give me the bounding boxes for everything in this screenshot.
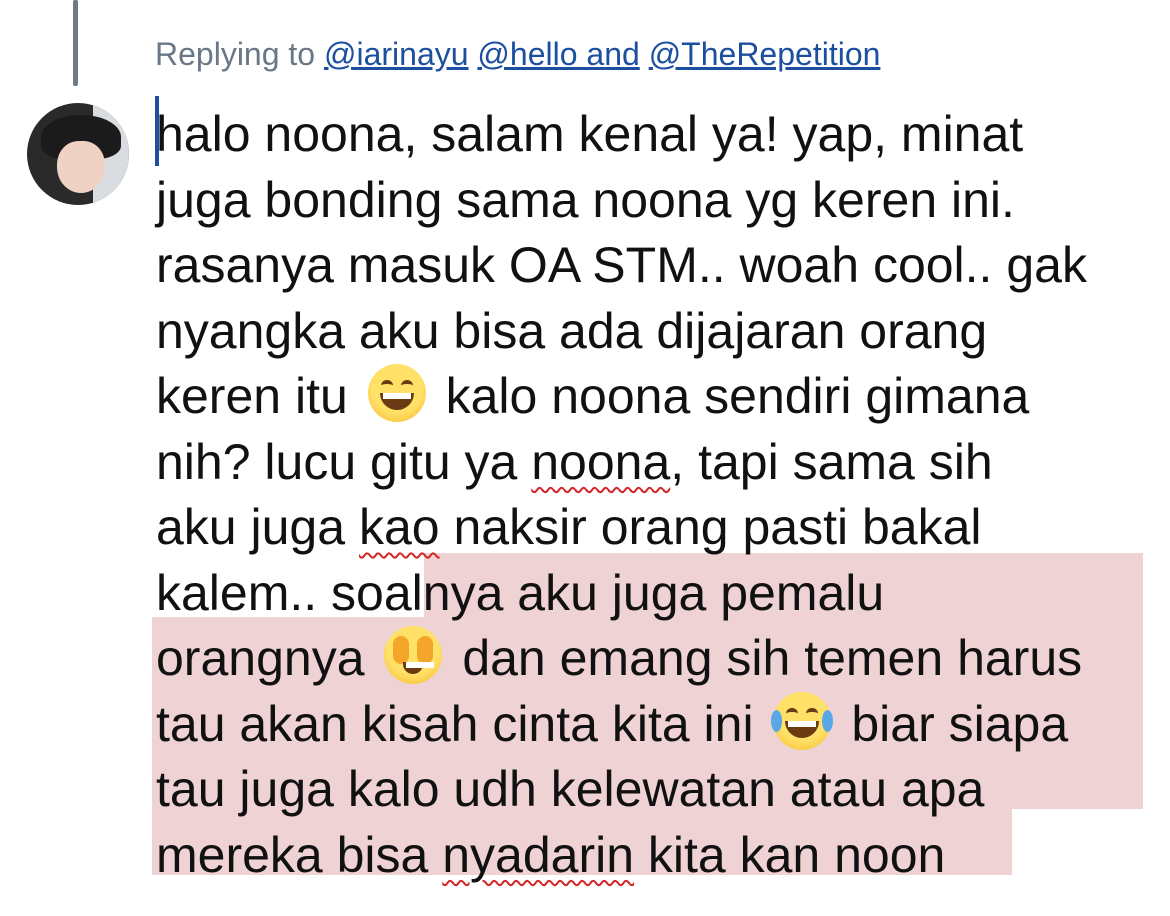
tweet-text-segment: tau akan kisah cinta kita ini	[156, 695, 754, 752]
tweet-line: juga bonding sama noona yg keren ini.	[156, 168, 1156, 234]
tweet-line: keren itu kalo noona sendiri gimana	[156, 364, 1156, 430]
tweet-text-segment: nih? lucu gitu ya	[156, 433, 532, 490]
tweet-text-segment: kalo noona sendiri gimana	[445, 368, 1030, 424]
mention-link-iarinayu[interactable]: @iarinayu	[324, 36, 469, 72]
tweet-line: aku juga kao naksir orang pasti bakal	[156, 495, 1156, 561]
tweet-line: tau juga kalo udh kelewatan atau apa	[156, 757, 1156, 823]
mention-link-hello[interactable]: @hello and	[477, 36, 639, 72]
tweet-text-segment: biar siapa	[851, 695, 1069, 752]
face-with-hands-over-eyes-icon	[384, 626, 443, 684]
tweet-line: nyangka aku bisa ada dijajaran orang	[156, 299, 1156, 365]
misspelled-word[interactable]: noona	[531, 434, 670, 490]
avatar[interactable]	[27, 103, 129, 205]
tweet-text-segment: rasanya masuk OA STM.. woah cool.. gak	[156, 237, 1087, 293]
tears-of-joy-icon	[771, 691, 834, 750]
replying-to-label: Replying to	[155, 36, 316, 72]
thread-connector-line	[73, 0, 78, 86]
tweet-line: mereka bisa nyadarin kita kan noon	[156, 823, 1156, 889]
tweet-text-editor[interactable]: halo noona, salam kenal ya! yap, minat ju…	[156, 102, 1156, 888]
tweet-text-segment: aku juga	[156, 499, 359, 555]
tweet-text-segment: naksir orang pasti bakal	[439, 499, 982, 555]
tweet-text-segment: mereka bisa	[156, 826, 443, 883]
grinning-face-icon	[367, 364, 426, 422]
tweet-text-segment: , tapi sama sih	[670, 433, 993, 490]
tweet-line: tau akan kisah cinta kita ini biar siapa	[156, 691, 1156, 758]
replying-to-header: Replying to @iarinayu @hello and @TheRep…	[155, 32, 880, 76]
tweet-text-segment: dan emang sih temen harus	[462, 630, 1083, 686]
tweet-text-segment: kita kan noon	[634, 826, 946, 883]
tweet-text-segment: halo noona, salam kenal ya! yap, minat	[156, 106, 1024, 162]
tweet-text-segment: nyangka aku bisa ada dijajaran orang	[156, 302, 988, 359]
tweet-text-segment: tau juga kalo udh kelewatan atau apa	[156, 761, 985, 817]
tweet-line: nih? lucu gitu ya noona, tapi sama sih	[156, 430, 1156, 496]
tweet-line: kalem.. soalnya aku juga pemalu	[156, 561, 1156, 627]
tweet-line: orangnya dan emang sih temen harus	[156, 626, 1156, 692]
misspelled-word[interactable]: nyadarin	[442, 827, 634, 883]
tweet-text-segment: orangnya	[156, 630, 365, 686]
mention-link-therepetition[interactable]: @TheRepetition	[649, 36, 881, 72]
misspelled-word[interactable]: kao	[359, 499, 440, 555]
tweet-line: halo noona, salam kenal ya! yap, minat	[156, 102, 1156, 168]
tweet-text-segment: juga bonding sama noona yg keren ini.	[156, 171, 1015, 228]
tweet-line: rasanya masuk OA STM.. woah cool.. gak	[156, 233, 1156, 299]
tweet-text-segment: keren itu	[156, 368, 348, 424]
tweet-text-segment: kalem.. soalnya aku juga pemalu	[156, 564, 885, 621]
